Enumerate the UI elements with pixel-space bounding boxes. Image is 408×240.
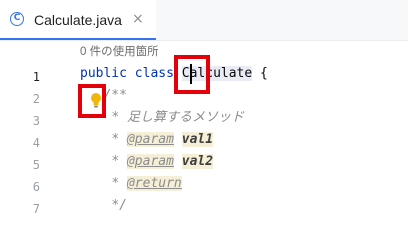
javadoc-return-tag: @return bbox=[126, 176, 182, 191]
javadoc-star: * bbox=[111, 176, 120, 191]
line-number-6: 6 bbox=[32, 180, 40, 194]
close-icon[interactable]: × bbox=[132, 10, 144, 28]
code-line-5[interactable]: * @param val2 bbox=[80, 153, 214, 171]
highlight-box-caret bbox=[174, 55, 210, 94]
code-line-7[interactable]: */ bbox=[80, 197, 127, 215]
javadoc-param-name: val1 bbox=[181, 132, 214, 147]
javadoc-description: * 足し算するメソッド bbox=[111, 110, 244, 125]
line-number-7: 7 bbox=[32, 202, 40, 216]
usages-inlay-hint[interactable]: 0 件の使用箇所 bbox=[80, 44, 159, 60]
tab-filename: Calculate.java bbox=[34, 12, 122, 28]
tab-calculate-java[interactable]: C Calculate.java × bbox=[0, 0, 156, 40]
keyword-public: public bbox=[80, 66, 127, 81]
javadoc-close: */ bbox=[111, 198, 127, 213]
line-number-4: 4 bbox=[32, 136, 40, 150]
javadoc-param-tag: @param bbox=[126, 132, 174, 147]
javadoc-param-name: val2 bbox=[181, 154, 214, 169]
javadoc-star: * bbox=[111, 154, 120, 169]
editor-tab-bar: C Calculate.java × bbox=[0, 0, 408, 41]
javadoc-star: * bbox=[111, 132, 120, 147]
highlight-box-lightbulb bbox=[78, 84, 106, 118]
javadoc-open: /** bbox=[103, 88, 127, 103]
line-number-5: 5 bbox=[32, 158, 40, 172]
line-number-1: 1 bbox=[32, 70, 40, 84]
open-brace: { bbox=[260, 66, 268, 81]
line-number-gutter: 1 2 3 4 5 6 7 bbox=[0, 41, 78, 221]
code-line-4[interactable]: * @param val1 bbox=[80, 131, 214, 149]
code-line-6[interactable]: * @return bbox=[80, 175, 182, 193]
line-number-2: 2 bbox=[32, 92, 40, 106]
java-class-icon: C bbox=[10, 12, 24, 26]
line-number-3: 3 bbox=[32, 114, 40, 128]
keyword-class: class bbox=[134, 66, 174, 81]
javadoc-param-tag: @param bbox=[126, 154, 174, 169]
